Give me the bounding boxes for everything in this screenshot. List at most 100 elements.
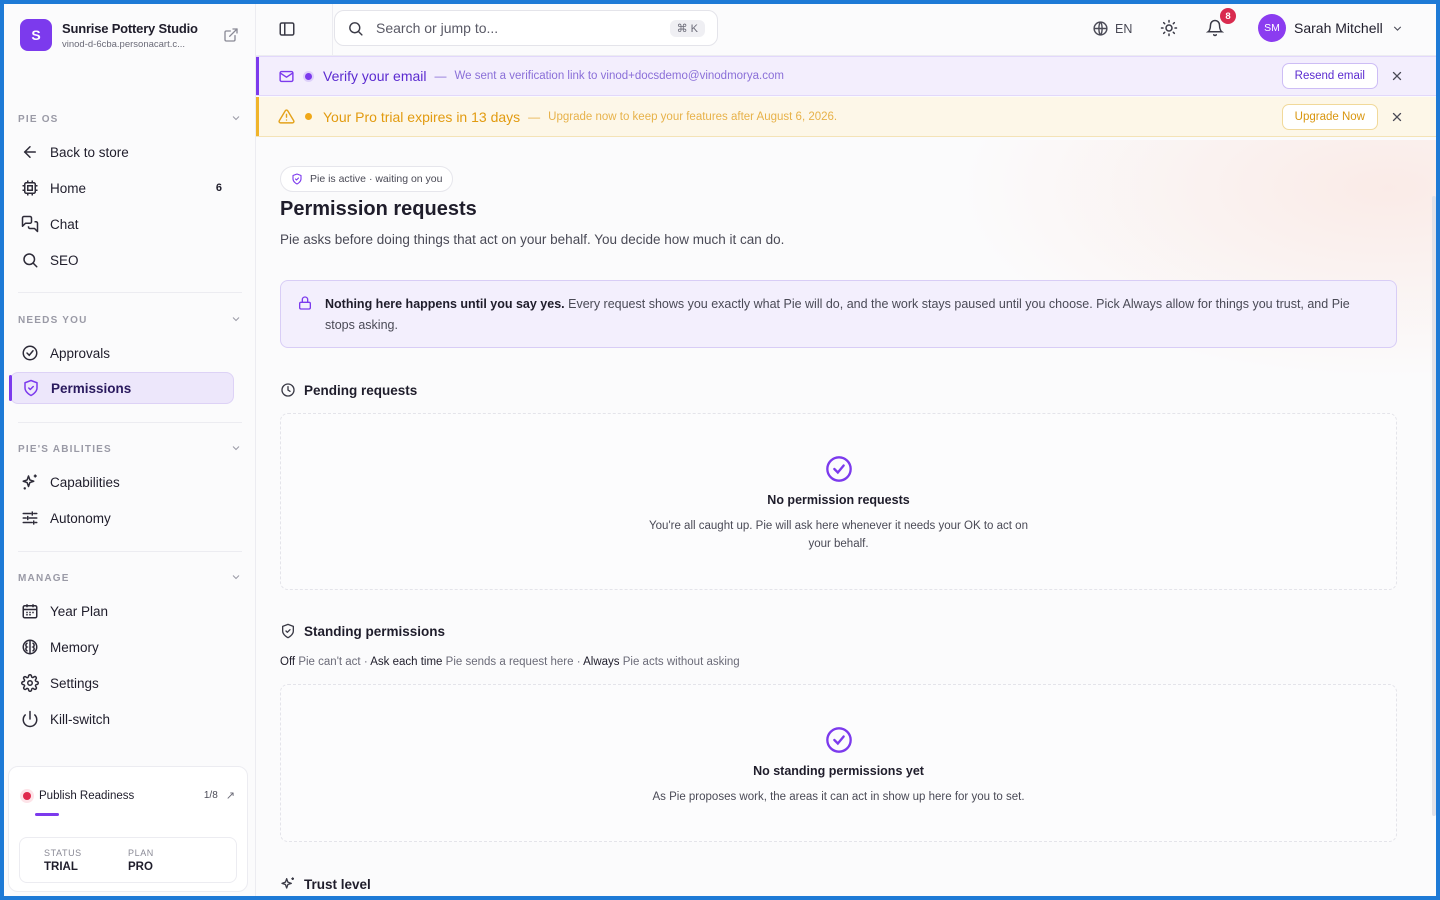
page-title: Permission requests bbox=[280, 198, 477, 220]
trial-expiry-banner: Your Pro trial expires in 13 days — Upgr… bbox=[256, 97, 1436, 137]
language-label: EN bbox=[1115, 21, 1133, 36]
status-dot bbox=[305, 113, 312, 120]
section-label: PIE OS bbox=[18, 114, 59, 125]
sidebar-item-memory[interactable]: Memory bbox=[10, 631, 234, 663]
sidebar-item-label: Capabilities bbox=[50, 474, 120, 490]
empty-state-title: No permission requests bbox=[767, 493, 910, 507]
shield-check-icon bbox=[21, 378, 41, 398]
plan-key: PLAN bbox=[128, 848, 154, 858]
sidebar-item-label: Kill-switch bbox=[50, 711, 111, 727]
sidebar-item-chat[interactable]: Chat bbox=[10, 208, 234, 240]
store-switcher[interactable]: S Sunrise Pottery Studio vinod-d-6cba.pe… bbox=[20, 19, 240, 51]
avatar: SM bbox=[1258, 14, 1286, 42]
close-icon[interactable] bbox=[1390, 69, 1404, 83]
section-label: PIE'S ABILITIES bbox=[18, 444, 112, 455]
readiness-progress-bar bbox=[35, 813, 59, 816]
sidebar-item-year-plan[interactable]: Year Plan bbox=[10, 595, 234, 627]
resend-email-button[interactable]: Resend email bbox=[1281, 63, 1378, 89]
sidebar-item-capabilities[interactable]: Capabilities bbox=[10, 466, 234, 498]
chevron-down-icon bbox=[1391, 22, 1404, 35]
shortcut-hint: ⌘ K bbox=[669, 19, 705, 37]
scrollbar[interactable] bbox=[1430, 56, 1436, 816]
readiness-count: 1/8 bbox=[203, 790, 218, 801]
section-heading-text: Pending requests bbox=[304, 382, 418, 398]
sidebar-item-label: Year Plan bbox=[50, 603, 109, 619]
section-manage[interactable]: MANAGE bbox=[18, 571, 242, 586]
sun-icon[interactable] bbox=[1160, 19, 1178, 37]
page-subtitle: Pie asks before doing things that act on… bbox=[280, 232, 785, 247]
lock-icon bbox=[297, 295, 313, 311]
sidebar-item-back-to-store[interactable]: Back to store bbox=[10, 136, 234, 168]
sidebar-item-label: Chat bbox=[50, 216, 79, 232]
globe-icon bbox=[1092, 20, 1109, 37]
info-bold-text: Nothing here happens until you say yes. bbox=[325, 297, 565, 311]
sidebar-item-label: Back to store bbox=[50, 144, 129, 160]
divider bbox=[18, 551, 242, 552]
sidebar-item-label: Autonomy bbox=[50, 510, 111, 526]
section-pie-os[interactable]: PIE OS bbox=[18, 112, 242, 127]
store-subdomain: vinod-d-6cba.personacart.c... bbox=[62, 38, 186, 50]
section-needs-you[interactable]: NEEDS YOU bbox=[18, 313, 242, 328]
sidebar-item-autonomy[interactable]: Autonomy bbox=[10, 502, 234, 534]
user-name: Sarah Mitchell bbox=[1294, 20, 1383, 36]
section-abilities[interactable]: PIE'S ABILITIES bbox=[18, 442, 242, 457]
mail-icon bbox=[278, 68, 295, 85]
status-pill-text: Pie is active · waiting on you bbox=[310, 173, 443, 185]
sidebar-item-label: SEO bbox=[50, 252, 79, 268]
external-link-icon[interactable] bbox=[222, 26, 240, 44]
chip-icon bbox=[20, 178, 40, 198]
sparkles-icon bbox=[20, 472, 40, 492]
divider bbox=[332, 4, 333, 56]
search-icon bbox=[20, 250, 40, 270]
publish-readiness-card[interactable]: Publish Readiness 1/8 ↗ STATUS TRIAL PLA… bbox=[8, 766, 248, 892]
check-circle-icon bbox=[825, 726, 853, 754]
legend-term: Always bbox=[583, 656, 620, 668]
sidebar-item-approvals[interactable]: Approvals bbox=[10, 337, 234, 369]
check-circle-icon bbox=[825, 455, 853, 483]
clock-icon bbox=[280, 382, 296, 398]
language-selector[interactable]: EN bbox=[1092, 20, 1132, 37]
permission-levels-legend: Off Pie can't act · Ask each time Pie se… bbox=[280, 656, 740, 668]
pie-status-pill: Pie is active · waiting on you bbox=[280, 166, 454, 192]
upgrade-now-button[interactable]: Upgrade Now bbox=[1281, 103, 1378, 130]
pending-requests-heading: Pending requests bbox=[280, 382, 417, 398]
plan-status-box: STATUS TRIAL PLAN PRO bbox=[19, 837, 237, 883]
empty-state-title: No standing permissions yet bbox=[753, 764, 924, 778]
store-name: Sunrise Pottery Studio bbox=[62, 20, 198, 36]
sidebar-item-home[interactable]: Home 6 bbox=[10, 172, 234, 204]
top-bar: Search or jump to... ⌘ K EN 8 SM Sarah M… bbox=[256, 4, 1436, 56]
status-dot bbox=[23, 791, 31, 800]
power-icon bbox=[20, 709, 40, 729]
chevron-down-icon bbox=[230, 313, 242, 328]
sidebar-toggle-icon[interactable] bbox=[276, 18, 298, 40]
home-count-badge: 6 bbox=[215, 182, 222, 194]
legend-term: Off bbox=[280, 656, 296, 668]
sidebar-item-kill-switch[interactable]: Kill-switch bbox=[10, 703, 234, 735]
sidebar-item-settings[interactable]: Settings bbox=[10, 667, 234, 699]
search-input[interactable]: Search or jump to... ⌘ K bbox=[334, 10, 718, 46]
arrow-up-right-icon[interactable]: ↗ bbox=[226, 789, 235, 802]
status-key: STATUS bbox=[44, 848, 82, 858]
sidebar-item-seo[interactable]: SEO bbox=[10, 244, 234, 276]
divider bbox=[18, 422, 242, 423]
plan-value: PRO bbox=[128, 861, 153, 873]
sidebar-item-label: Approvals bbox=[50, 345, 111, 361]
sidebar: S Sunrise Pottery Studio vinod-d-6cba.pe… bbox=[4, 4, 256, 896]
scrollbar-thumb[interactable] bbox=[1432, 196, 1436, 816]
sidebar-item-label: Home bbox=[50, 180, 87, 196]
user-menu[interactable]: SM Sarah Mitchell bbox=[1258, 14, 1404, 42]
bell-icon[interactable] bbox=[1206, 19, 1224, 37]
notification-badge: 8 bbox=[1220, 8, 1236, 24]
brain-icon bbox=[20, 637, 40, 657]
status-dot bbox=[305, 72, 312, 80]
sliders-icon bbox=[20, 508, 40, 528]
close-icon[interactable] bbox=[1390, 110, 1404, 124]
section-heading-text: Standing permissions bbox=[304, 623, 446, 639]
store-logo: S bbox=[20, 19, 52, 51]
main-content: Search or jump to... ⌘ K EN 8 SM Sarah M… bbox=[256, 4, 1436, 896]
pending-requests-empty-state: No permission requests You're all caught… bbox=[280, 413, 1397, 590]
search-icon bbox=[347, 20, 364, 37]
legend-desc: Pie sends a request here · bbox=[442, 656, 584, 668]
calendar-icon bbox=[20, 601, 40, 621]
sidebar-item-permissions[interactable]: Permissions bbox=[9, 372, 234, 404]
